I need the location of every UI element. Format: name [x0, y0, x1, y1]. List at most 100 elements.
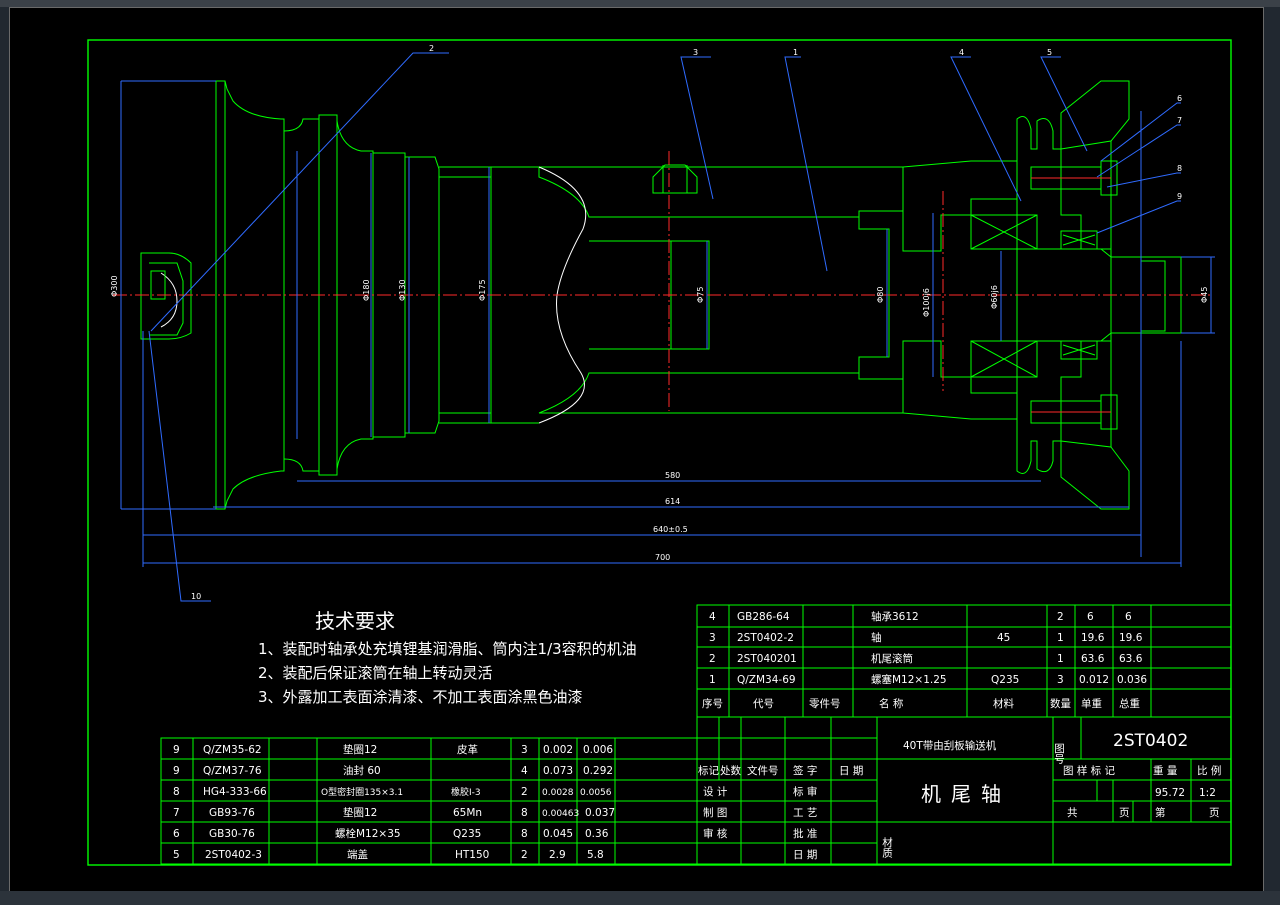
- bom-u-r2-code: 2ST040201: [737, 653, 797, 665]
- bom-l-r0-no: 9: [173, 744, 180, 756]
- bom-u-r1-unit: 19.6: [1081, 632, 1105, 644]
- bom-u-r1-mat: 45: [997, 632, 1010, 644]
- bom-u-h-mat: 材料: [993, 697, 1014, 710]
- tb-rev-h-mark: 标记: [698, 765, 719, 777]
- bom-u-r0-total: 6: [1125, 611, 1132, 623]
- bom-u-r3-unit: 0.012: [1079, 674, 1109, 686]
- tb-drawing-no: 2ST0402: [1113, 731, 1188, 751]
- bom-l-r2-qty: 2: [521, 786, 528, 798]
- balloon-8: 8: [1177, 164, 1182, 173]
- bom-l-r0-unit: 0.002: [543, 744, 573, 756]
- grease-nipple: [652, 164, 698, 194]
- tb-weight: 95.72: [1155, 787, 1185, 799]
- app-top-bar: [0, 0, 1280, 7]
- right-hub: [902, 160, 1018, 252]
- bom-l-r4-code: GB30-76: [209, 828, 255, 840]
- dim-d175: Φ175: [478, 279, 487, 301]
- tb-sheet-total-unit: 页: [1119, 807, 1130, 819]
- bom-l-r1-no: 9: [173, 765, 180, 777]
- tb-fig-label: 图号: [1053, 743, 1065, 765]
- dim-d130: Φ130: [398, 279, 407, 301]
- tb-role-draw: 制 图: [703, 806, 727, 819]
- sheet-border: [87, 39, 1232, 866]
- dim-d75: Φ75: [696, 287, 705, 303]
- bom-l-r5-total: 5.8: [587, 849, 604, 861]
- tb-material-label: 材质: [881, 836, 893, 859]
- bom-u-r3-no: 1: [709, 674, 716, 686]
- bom-u-r2-unit: 63.6: [1081, 653, 1105, 665]
- leader-7: [1096, 124, 1181, 178]
- bom-u-r2-name: 机尾滚筒: [871, 652, 913, 665]
- bom-l-r0-qty: 3: [521, 744, 528, 756]
- bom-l-r3-code: GB93-76: [209, 807, 255, 819]
- bom-u-r1-name: 轴: [871, 631, 882, 644]
- bom-u-h-qty: 数量: [1050, 697, 1072, 710]
- bom-u-r3-qty: 3: [1057, 674, 1064, 686]
- bom-l-r4-total: 0.36: [585, 828, 609, 840]
- cad-drawing-canvas[interactable]: Φ300 Φ180 Φ130 Φ175 Φ75 Φ80 Φ100j6 Φ60j6…: [9, 7, 1264, 892]
- leader-9: [1096, 200, 1181, 234]
- bom-l-r2-no: 8: [173, 786, 180, 798]
- dim-d180: Φ180: [362, 279, 371, 301]
- tb-sheet-total-label: 共: [1067, 807, 1078, 819]
- tb-stage-weight: 重 量: [1153, 764, 1178, 777]
- bom-u-r0-name: 轴承3612: [871, 610, 919, 623]
- bom-l-r2-code: HG4-333-66: [203, 786, 267, 798]
- bom-l-r4-qty: 8: [521, 828, 528, 840]
- tech-requirements: 技术要求 1、装配时轴承处充填锂基润滑脂、筒内注1/3容积的机油 2、装配后保证…: [258, 609, 637, 706]
- bom-l-r5-unit: 2.9: [549, 849, 566, 861]
- bom-u-h-name: 名 称: [879, 697, 904, 710]
- bom-l-r1-code: Q/ZM37-76: [203, 765, 262, 777]
- tb-role-process: 工 艺: [793, 807, 817, 819]
- bom-u-r0-qty: 2: [1057, 611, 1064, 623]
- balloon-9: 9: [1177, 192, 1182, 201]
- tb-stage-marks: 图 样 标 记: [1063, 764, 1116, 777]
- bom-l-r1-unit: 0.073: [543, 765, 573, 777]
- bom-lower-table: 9 Q/ZM35-62 垫圈12 皮革 3 0.002 0.006 9 Q/ZM…: [160, 737, 698, 865]
- shaft-sleeve-bottom: [538, 372, 904, 414]
- bom-l-r2-name: O型密封圈135×3.1: [321, 786, 403, 798]
- tb-rev-h-date: 日 期: [839, 765, 863, 777]
- bom-l-r1-qty: 4: [521, 765, 528, 777]
- bom-u-h-code: 代号: [753, 698, 774, 710]
- bom-u-r3-code: Q/ZM34-69: [737, 674, 796, 686]
- tb-rev-h-count: 处数: [720, 764, 741, 777]
- bom-l-r0-name: 垫圈12: [343, 743, 377, 756]
- tb-project: 40T带由刮板输送机: [903, 739, 997, 752]
- bom-u-r2-total: 63.6: [1119, 653, 1143, 665]
- dim-d80: Φ80: [876, 287, 885, 303]
- title-block: 40T带由刮板输送机 图号 2ST0402 机尾轴 标记 处数 文件号 签 字 …: [696, 716, 1232, 865]
- bom-u-r3-mat: Q235: [991, 674, 1019, 686]
- tb-part-name: 机尾轴: [921, 782, 1011, 806]
- leader-8: [1106, 172, 1181, 188]
- dim-700: 700: [655, 553, 670, 562]
- balloon-1: 1: [793, 48, 798, 57]
- tb-stage-scale: 比 例: [1197, 764, 1221, 777]
- leader-10: [148, 330, 211, 602]
- bom-l-r1-name: 油封 60: [343, 764, 381, 777]
- bom-l-r4-mat: Q235: [453, 828, 481, 840]
- bom-u-r1-total: 19.6: [1119, 632, 1143, 644]
- bom-l-r3-no: 7: [173, 807, 180, 819]
- dim-d300: Φ300: [110, 275, 119, 297]
- bom-l-r5-name: 端盖: [347, 848, 368, 861]
- bom-l-r4-unit: 0.045: [543, 828, 573, 840]
- bom-l-r2-unit: 0.0028: [542, 788, 574, 798]
- balloon-6: 6: [1177, 94, 1182, 103]
- bom-l-r3-name: 垫圈12: [343, 806, 377, 819]
- dim-d45: Φ45: [1200, 287, 1209, 303]
- shaft-assembly: Φ300 Φ180 Φ130 Φ175 Φ75 Φ80 Φ100j6 Φ60j6…: [110, 44, 1215, 602]
- leader-5: [1040, 56, 1088, 152]
- bom-u-h-part: 零件号: [809, 698, 841, 710]
- bom-u-r2-qty: 1: [1057, 653, 1064, 665]
- bom-l-r3-mat: 65Mn: [453, 807, 482, 819]
- balloon-10: 10: [191, 592, 201, 601]
- bom-l-r3-total: 0.037: [585, 807, 615, 819]
- tb-sheet-no-label: 第: [1155, 806, 1166, 819]
- dim-d60j6: Φ60j6: [990, 285, 999, 309]
- bom-l-r0-mat: 皮革: [457, 743, 478, 756]
- bom-u-r1-qty: 1: [1057, 632, 1064, 644]
- bom-l-r0-total: 0.006: [583, 744, 613, 756]
- tb-role-std: 标 审: [793, 785, 817, 798]
- tech-item-3: 3、外露加工表面涂清漆、不加工表面涂黑色油漆: [258, 688, 583, 706]
